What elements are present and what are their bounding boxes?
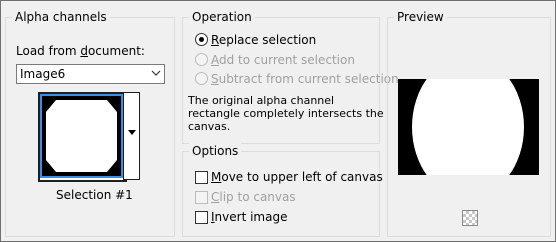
alpha-channels-title: Alpha channels [12,9,110,25]
thumbnail-dropdown-button[interactable] [123,92,140,180]
preview-selection-circle [412,79,524,175]
operation-title: Operation [189,9,255,25]
invert-image-label[interactable]: Invert image [211,210,287,224]
clip-to-canvas-label[interactable]: Clip to canvas [211,190,296,204]
subtract-selection-radio[interactable] [195,72,208,85]
invert-label-text: nvert image [214,210,288,224]
message-line-3: canvas. [188,120,231,133]
replace-selection-radio[interactable] [195,33,208,46]
load-label-accelerator: d [80,44,88,58]
chevron-down-icon [151,70,161,76]
preview-canvas [398,79,539,175]
clip-to-canvas-checkbox[interactable] [195,191,208,204]
subtract-accelerator: S [211,72,219,86]
operation-message: The original alpha channel rectangle com… [188,94,384,133]
load-from-document-label: Load from document: [16,44,145,58]
radio-selected-dot [199,37,204,42]
triangle-down-icon [128,130,136,135]
subtract-label-text: ubtract from current selection [218,72,399,86]
document-select[interactable]: Image6 [16,64,165,84]
add-accelerator: A [211,53,219,67]
add-selection-label[interactable]: Add to current selection [211,53,355,67]
move-to-upper-left-label[interactable]: Move to upper left of canvas [211,170,383,184]
load-label-suffix: ocument: [87,44,145,58]
replace-accelerator: R [211,33,219,47]
document-select-value: Image6 [20,67,66,81]
move-label-text: ove to upper left of canvas [221,170,383,184]
load-label-prefix: Load from [16,44,81,58]
thumbnail-selection-highlight [40,94,123,178]
invert-image-checkbox[interactable] [195,211,208,224]
replace-label-text: eplace selection [218,33,317,47]
message-line-1: The original alpha channel [188,94,335,107]
add-selection-radio[interactable] [195,53,208,66]
transparency-checker-icon[interactable] [462,210,478,226]
move-to-upper-left-checkbox[interactable] [195,171,208,184]
preview-title: Preview [394,9,447,25]
subtract-selection-label[interactable]: Subtract from current selection [211,72,399,86]
selection-caption: Selection #1 [56,188,133,202]
replace-selection-label[interactable]: Replace selection [211,33,316,47]
message-line-2: rectangle completely intersects the [188,107,384,120]
alpha-channel-thumbnail[interactable] [38,92,127,182]
options-title: Options [189,143,242,159]
move-accelerator: M [211,170,222,184]
selection-shape-icon [46,100,117,172]
clip-label-text: lip to canvas [219,190,296,204]
add-label-text: dd to current selection [219,53,355,67]
